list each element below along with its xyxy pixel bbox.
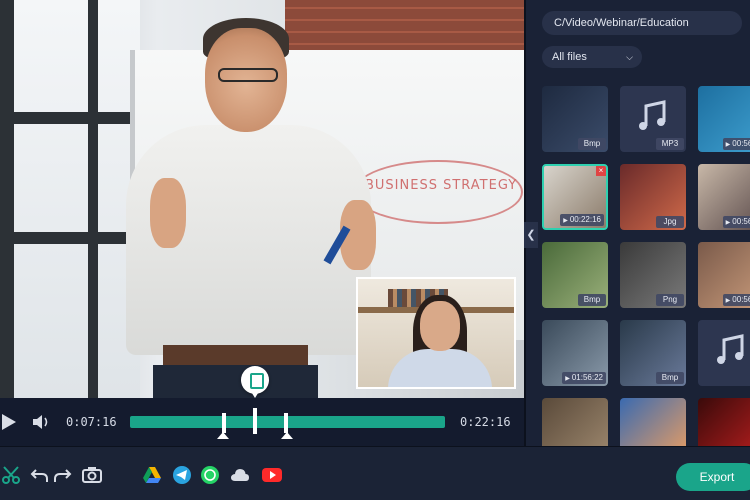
media-badge: ▶00:56:2 [722,216,750,228]
export-button[interactable]: Export [676,463,750,491]
presenter [108,10,378,398]
chevron-down-icon: ⌵ [626,52,633,62]
youtube-icon[interactable] [262,466,282,484]
total-time: 0:22:16 [460,415,511,429]
folder-path[interactable]: C/Video/Webinar/Education [542,11,742,35]
volume-icon[interactable] [31,413,51,431]
play-small-icon: ▶ [725,220,731,226]
cloud-icon[interactable] [230,466,250,484]
media-badge-label: 00:22:16 [569,215,601,224]
window-frame-bar [0,0,14,398]
window-frame-bar [88,0,98,398]
media-badge: ▶00:56:2 [722,294,750,306]
playhead[interactable] [253,408,257,434]
media-badge-label: MP3 [661,139,679,148]
webcam-person-shirt [388,349,492,387]
presenter-pants [153,365,318,398]
undo-icon[interactable] [30,466,50,484]
media-badge: Bmp [578,138,606,150]
play-small-icon: ▶ [725,142,731,148]
media-thumbnail[interactable]: Bmp [620,320,686,386]
media-badge-label: Bmp [583,295,601,304]
media-badge: Bmp [656,372,684,384]
player-controls: 0:07:16 0:22:16 [0,398,524,446]
file-filter-dropdown[interactable]: All files ⌵ [542,46,642,68]
media-badge-label: Png [662,295,678,304]
current-time: 0:07:16 [66,415,117,429]
media-badge: Jpg [656,216,684,228]
play-small-icon: ▶ [725,298,731,304]
media-badge-label: Bmp [583,139,601,148]
bottom-toolbar: Export [0,446,750,500]
telegram-icon[interactable] [172,466,192,484]
camera-icon[interactable] [82,466,102,484]
redo-icon[interactable] [52,466,72,484]
media-thumbnail[interactable]: Bmp [542,86,608,152]
media-badge: MP3 [656,138,684,150]
video-preview[interactable]: BUSINESS STRATEGY [0,0,524,398]
media-thumbnail[interactable]: MP3 [620,86,686,152]
google-drive-icon[interactable] [142,466,162,484]
media-thumbnail[interactable]: Bmp [542,242,608,308]
media-badge-label: 00:56:2 [732,139,750,148]
media-badge-label: Bmp [661,373,679,382]
music-note-icon [639,100,666,130]
media-thumbnail[interactable]: ▶ 01:56:22 [542,320,608,386]
video-editor-app: BUSINESS STRATEGY 0:07:16 0:22:16 C/Vide… [0,0,750,500]
play-small-icon: ▶ [563,218,568,224]
presenter-glasses [218,68,278,82]
music-note-icon [717,334,744,364]
trash-marker-icon[interactable] [241,366,269,398]
media-thumbnail[interactable]: × ▶ 00:22:16 [542,164,608,230]
close-icon[interactable]: × [596,166,606,176]
media-thumbnail[interactable]: ▶00:56:2 [698,242,750,308]
media-badge: ▶00:56:2 [722,138,750,150]
scissors-icon[interactable] [2,466,22,484]
collapse-panel-button[interactable]: ❮ [524,222,538,248]
presenter-hand [150,178,186,248]
media-panel: C/Video/Webinar/Education All files ⌵ Bm… [524,0,750,464]
media-badge-label: 00:56:2 [732,217,750,226]
media-badge: ▶ 01:56:22 [562,372,606,384]
picture-in-picture-webcam[interactable] [356,277,516,389]
file-filter-label: All files [552,51,587,63]
media-badge-label: 01:56:22 [571,373,603,382]
media-badge-label: 00:56:2 [732,295,750,304]
media-thumbnail[interactable]: ▶00:56:2 [698,86,750,152]
webcam-person-head [420,301,460,351]
media-badge: ▶ 00:22:16 [560,214,604,226]
media-thumbnail[interactable] [698,320,750,386]
media-badge: Bmp [578,294,606,306]
media-badge: Png [656,294,684,306]
presenter-belt [163,345,308,365]
media-thumbnail[interactable]: Png [620,242,686,308]
media-badge-label: Jpg [663,217,677,226]
media-thumbnail[interactable]: Jpg [620,164,686,230]
play-icon[interactable] [2,414,16,430]
whiteboard-text: BUSINESS STRATEGY [365,178,518,193]
media-thumbnail[interactable]: ▶00:56:2 [698,164,750,230]
play-small-icon: ▶ [565,376,570,382]
trash-marker-tip [250,390,260,398]
whatsapp-icon[interactable] [200,466,220,484]
